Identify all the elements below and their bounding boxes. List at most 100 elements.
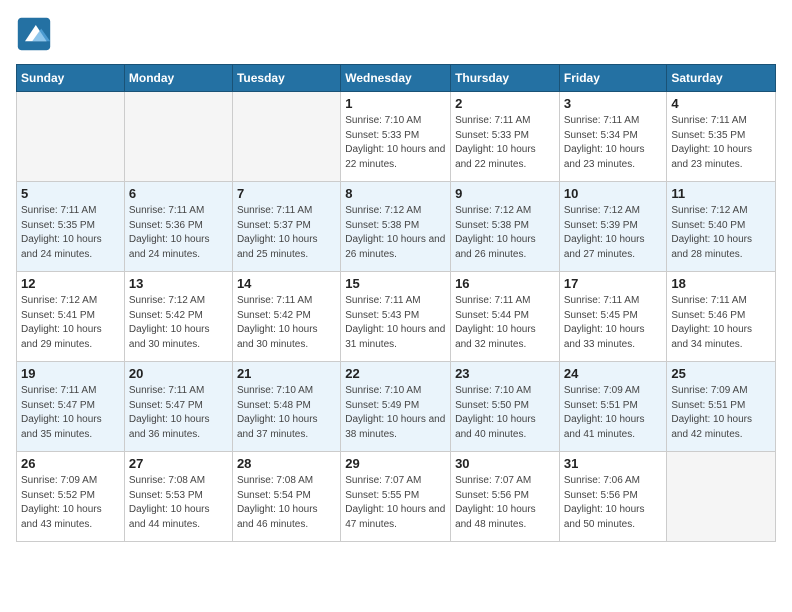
day-info: Sunrise: 7:12 AMSunset: 5:41 PMDaylight:… (21, 294, 120, 352)
header-friday: Friday (559, 65, 667, 92)
week-row-2: 12 Sunrise: 7:12 AMSunset: 5:41 PMDayligh… (17, 272, 776, 362)
day-cell: 5 Sunrise: 7:11 AMSunset: 5:35 PMDaylight… (17, 182, 125, 272)
day-info: Sunrise: 7:11 AMSunset: 5:35 PMDaylight:… (671, 114, 771, 172)
day-info: Sunrise: 7:06 AMSunset: 5:56 PMDaylight:… (564, 474, 663, 532)
day-info: Sunrise: 7:11 AMSunset: 5:47 PMDaylight:… (129, 384, 228, 442)
day-info: Sunrise: 7:12 AMSunset: 5:39 PMDaylight:… (564, 204, 663, 262)
day-info: Sunrise: 7:11 AMSunset: 5:33 PMDaylight:… (455, 114, 555, 172)
day-number: 26 (21, 456, 120, 471)
day-cell: 29 Sunrise: 7:07 AMSunset: 5:55 PMDayligh… (341, 452, 451, 542)
day-info: Sunrise: 7:11 AMSunset: 5:36 PMDaylight:… (129, 204, 228, 262)
day-info: Sunrise: 7:12 AMSunset: 5:38 PMDaylight:… (455, 204, 555, 262)
day-number: 2 (455, 96, 555, 111)
day-number: 10 (564, 186, 663, 201)
logo (16, 16, 56, 52)
day-number: 31 (564, 456, 663, 471)
day-number: 28 (237, 456, 336, 471)
day-info: Sunrise: 7:09 AMSunset: 5:51 PMDaylight:… (671, 384, 771, 442)
day-number: 3 (564, 96, 663, 111)
day-info: Sunrise: 7:09 AMSunset: 5:52 PMDaylight:… (21, 474, 120, 532)
day-number: 22 (345, 366, 446, 381)
header-monday: Monday (124, 65, 232, 92)
day-cell: 16 Sunrise: 7:11 AMSunset: 5:44 PMDayligh… (451, 272, 560, 362)
day-cell (124, 92, 232, 182)
week-row-0: 1 Sunrise: 7:10 AMSunset: 5:33 PMDaylight… (17, 92, 776, 182)
day-cell: 27Sunrise: 7:08 AMSunset: 5:53 PMDayligh… (124, 452, 232, 542)
day-cell: 10 Sunrise: 7:12 AMSunset: 5:39 PMDayligh… (559, 182, 667, 272)
day-number: 5 (21, 186, 120, 201)
day-number: 12 (21, 276, 120, 291)
calendar-body: 1 Sunrise: 7:10 AMSunset: 5:33 PMDaylight… (17, 92, 776, 542)
day-cell: 4Sunrise: 7:11 AMSunset: 5:35 PMDaylight… (667, 92, 776, 182)
day-cell: 21 Sunrise: 7:10 AMSunset: 5:48 PMDayligh… (232, 362, 340, 452)
day-number: 9 (455, 186, 555, 201)
day-info: Sunrise: 7:12 AMSunset: 5:42 PMDaylight:… (129, 294, 228, 352)
day-cell: 3 Sunrise: 7:11 AMSunset: 5:34 PMDaylight… (559, 92, 667, 182)
day-number: 6 (129, 186, 228, 201)
header-sunday: Sunday (17, 65, 125, 92)
day-number: 8 (345, 186, 446, 201)
header-wednesday: Wednesday (341, 65, 451, 92)
day-number: 29 (345, 456, 446, 471)
day-number: 14 (237, 276, 336, 291)
day-info: Sunrise: 7:07 AMSunset: 5:55 PMDaylight:… (345, 474, 446, 532)
day-number: 20 (129, 366, 228, 381)
day-number: 23 (455, 366, 555, 381)
day-info: Sunrise: 7:08 AMSunset: 5:54 PMDaylight:… (237, 474, 336, 532)
day-cell: 23 Sunrise: 7:10 AMSunset: 5:50 PMDayligh… (451, 362, 560, 452)
day-cell: 17 Sunrise: 7:11 AMSunset: 5:45 PMDayligh… (559, 272, 667, 362)
day-cell: 19Sunrise: 7:11 AMSunset: 5:47 PMDayligh… (17, 362, 125, 452)
day-cell: 12 Sunrise: 7:12 AMSunset: 5:41 PMDayligh… (17, 272, 125, 362)
calendar-header: SundayMondayTuesdayWednesdayThursdayFrid… (17, 65, 776, 92)
day-number: 15 (345, 276, 446, 291)
day-number: 16 (455, 276, 555, 291)
logo-icon (16, 16, 52, 52)
day-info: Sunrise: 7:11 AMSunset: 5:47 PMDaylight:… (21, 384, 120, 442)
day-number: 18 (671, 276, 771, 291)
day-info: Sunrise: 7:11 AMSunset: 5:34 PMDaylight:… (564, 114, 663, 172)
page-header (16, 16, 776, 52)
day-cell: 14Sunrise: 7:11 AMSunset: 5:42 PMDayligh… (232, 272, 340, 362)
week-row-4: 26 Sunrise: 7:09 AMSunset: 5:52 PMDayligh… (17, 452, 776, 542)
day-number: 24 (564, 366, 663, 381)
day-number: 30 (455, 456, 555, 471)
day-info: Sunrise: 7:11 AMSunset: 5:45 PMDaylight:… (564, 294, 663, 352)
calendar-table: SundayMondayTuesdayWednesdayThursdayFrid… (16, 64, 776, 542)
day-cell (667, 452, 776, 542)
header-tuesday: Tuesday (232, 65, 340, 92)
day-info: Sunrise: 7:10 AMSunset: 5:33 PMDaylight:… (345, 114, 446, 172)
day-info: Sunrise: 7:12 AMSunset: 5:40 PMDaylight:… (671, 204, 771, 262)
day-cell: 15Sunrise: 7:11 AMSunset: 5:43 PMDayligh… (341, 272, 451, 362)
day-number: 11 (671, 186, 771, 201)
day-info: Sunrise: 7:10 AMSunset: 5:50 PMDaylight:… (455, 384, 555, 442)
day-info: Sunrise: 7:10 AMSunset: 5:48 PMDaylight:… (237, 384, 336, 442)
day-cell (17, 92, 125, 182)
day-cell: 30 Sunrise: 7:07 AMSunset: 5:56 PMDayligh… (451, 452, 560, 542)
day-number: 1 (345, 96, 446, 111)
day-info: Sunrise: 7:11 AMSunset: 5:44 PMDaylight:… (455, 294, 555, 352)
day-cell: 20 Sunrise: 7:11 AMSunset: 5:47 PMDayligh… (124, 362, 232, 452)
day-number: 21 (237, 366, 336, 381)
header-row: SundayMondayTuesdayWednesdayThursdayFrid… (17, 65, 776, 92)
week-row-1: 5 Sunrise: 7:11 AMSunset: 5:35 PMDaylight… (17, 182, 776, 272)
day-number: 13 (129, 276, 228, 291)
day-info: Sunrise: 7:07 AMSunset: 5:56 PMDaylight:… (455, 474, 555, 532)
header-saturday: Saturday (667, 65, 776, 92)
day-info: Sunrise: 7:10 AMSunset: 5:49 PMDaylight:… (345, 384, 446, 442)
day-info: Sunrise: 7:11 AMSunset: 5:46 PMDaylight:… (671, 294, 771, 352)
day-number: 17 (564, 276, 663, 291)
day-cell: 22 Sunrise: 7:10 AMSunset: 5:49 PMDayligh… (341, 362, 451, 452)
day-cell: 24Sunrise: 7:09 AMSunset: 5:51 PMDayligh… (559, 362, 667, 452)
day-cell: 8 Sunrise: 7:12 AMSunset: 5:38 PMDaylight… (341, 182, 451, 272)
day-cell: 28 Sunrise: 7:08 AMSunset: 5:54 PMDayligh… (232, 452, 340, 542)
day-info: Sunrise: 7:11 AMSunset: 5:35 PMDaylight:… (21, 204, 120, 262)
header-thursday: Thursday (451, 65, 560, 92)
day-cell: 2 Sunrise: 7:11 AMSunset: 5:33 PMDaylight… (451, 92, 560, 182)
day-cell: 1 Sunrise: 7:10 AMSunset: 5:33 PMDaylight… (341, 92, 451, 182)
day-cell: 13 Sunrise: 7:12 AMSunset: 5:42 PMDayligh… (124, 272, 232, 362)
day-info: Sunrise: 7:11 AMSunset: 5:37 PMDaylight:… (237, 204, 336, 262)
day-cell: 6 Sunrise: 7:11 AMSunset: 5:36 PMDaylight… (124, 182, 232, 272)
day-info: Sunrise: 7:12 AMSunset: 5:38 PMDaylight:… (345, 204, 446, 262)
day-cell: 9 Sunrise: 7:12 AMSunset: 5:38 PMDaylight… (451, 182, 560, 272)
week-row-3: 19Sunrise: 7:11 AMSunset: 5:47 PMDayligh… (17, 362, 776, 452)
